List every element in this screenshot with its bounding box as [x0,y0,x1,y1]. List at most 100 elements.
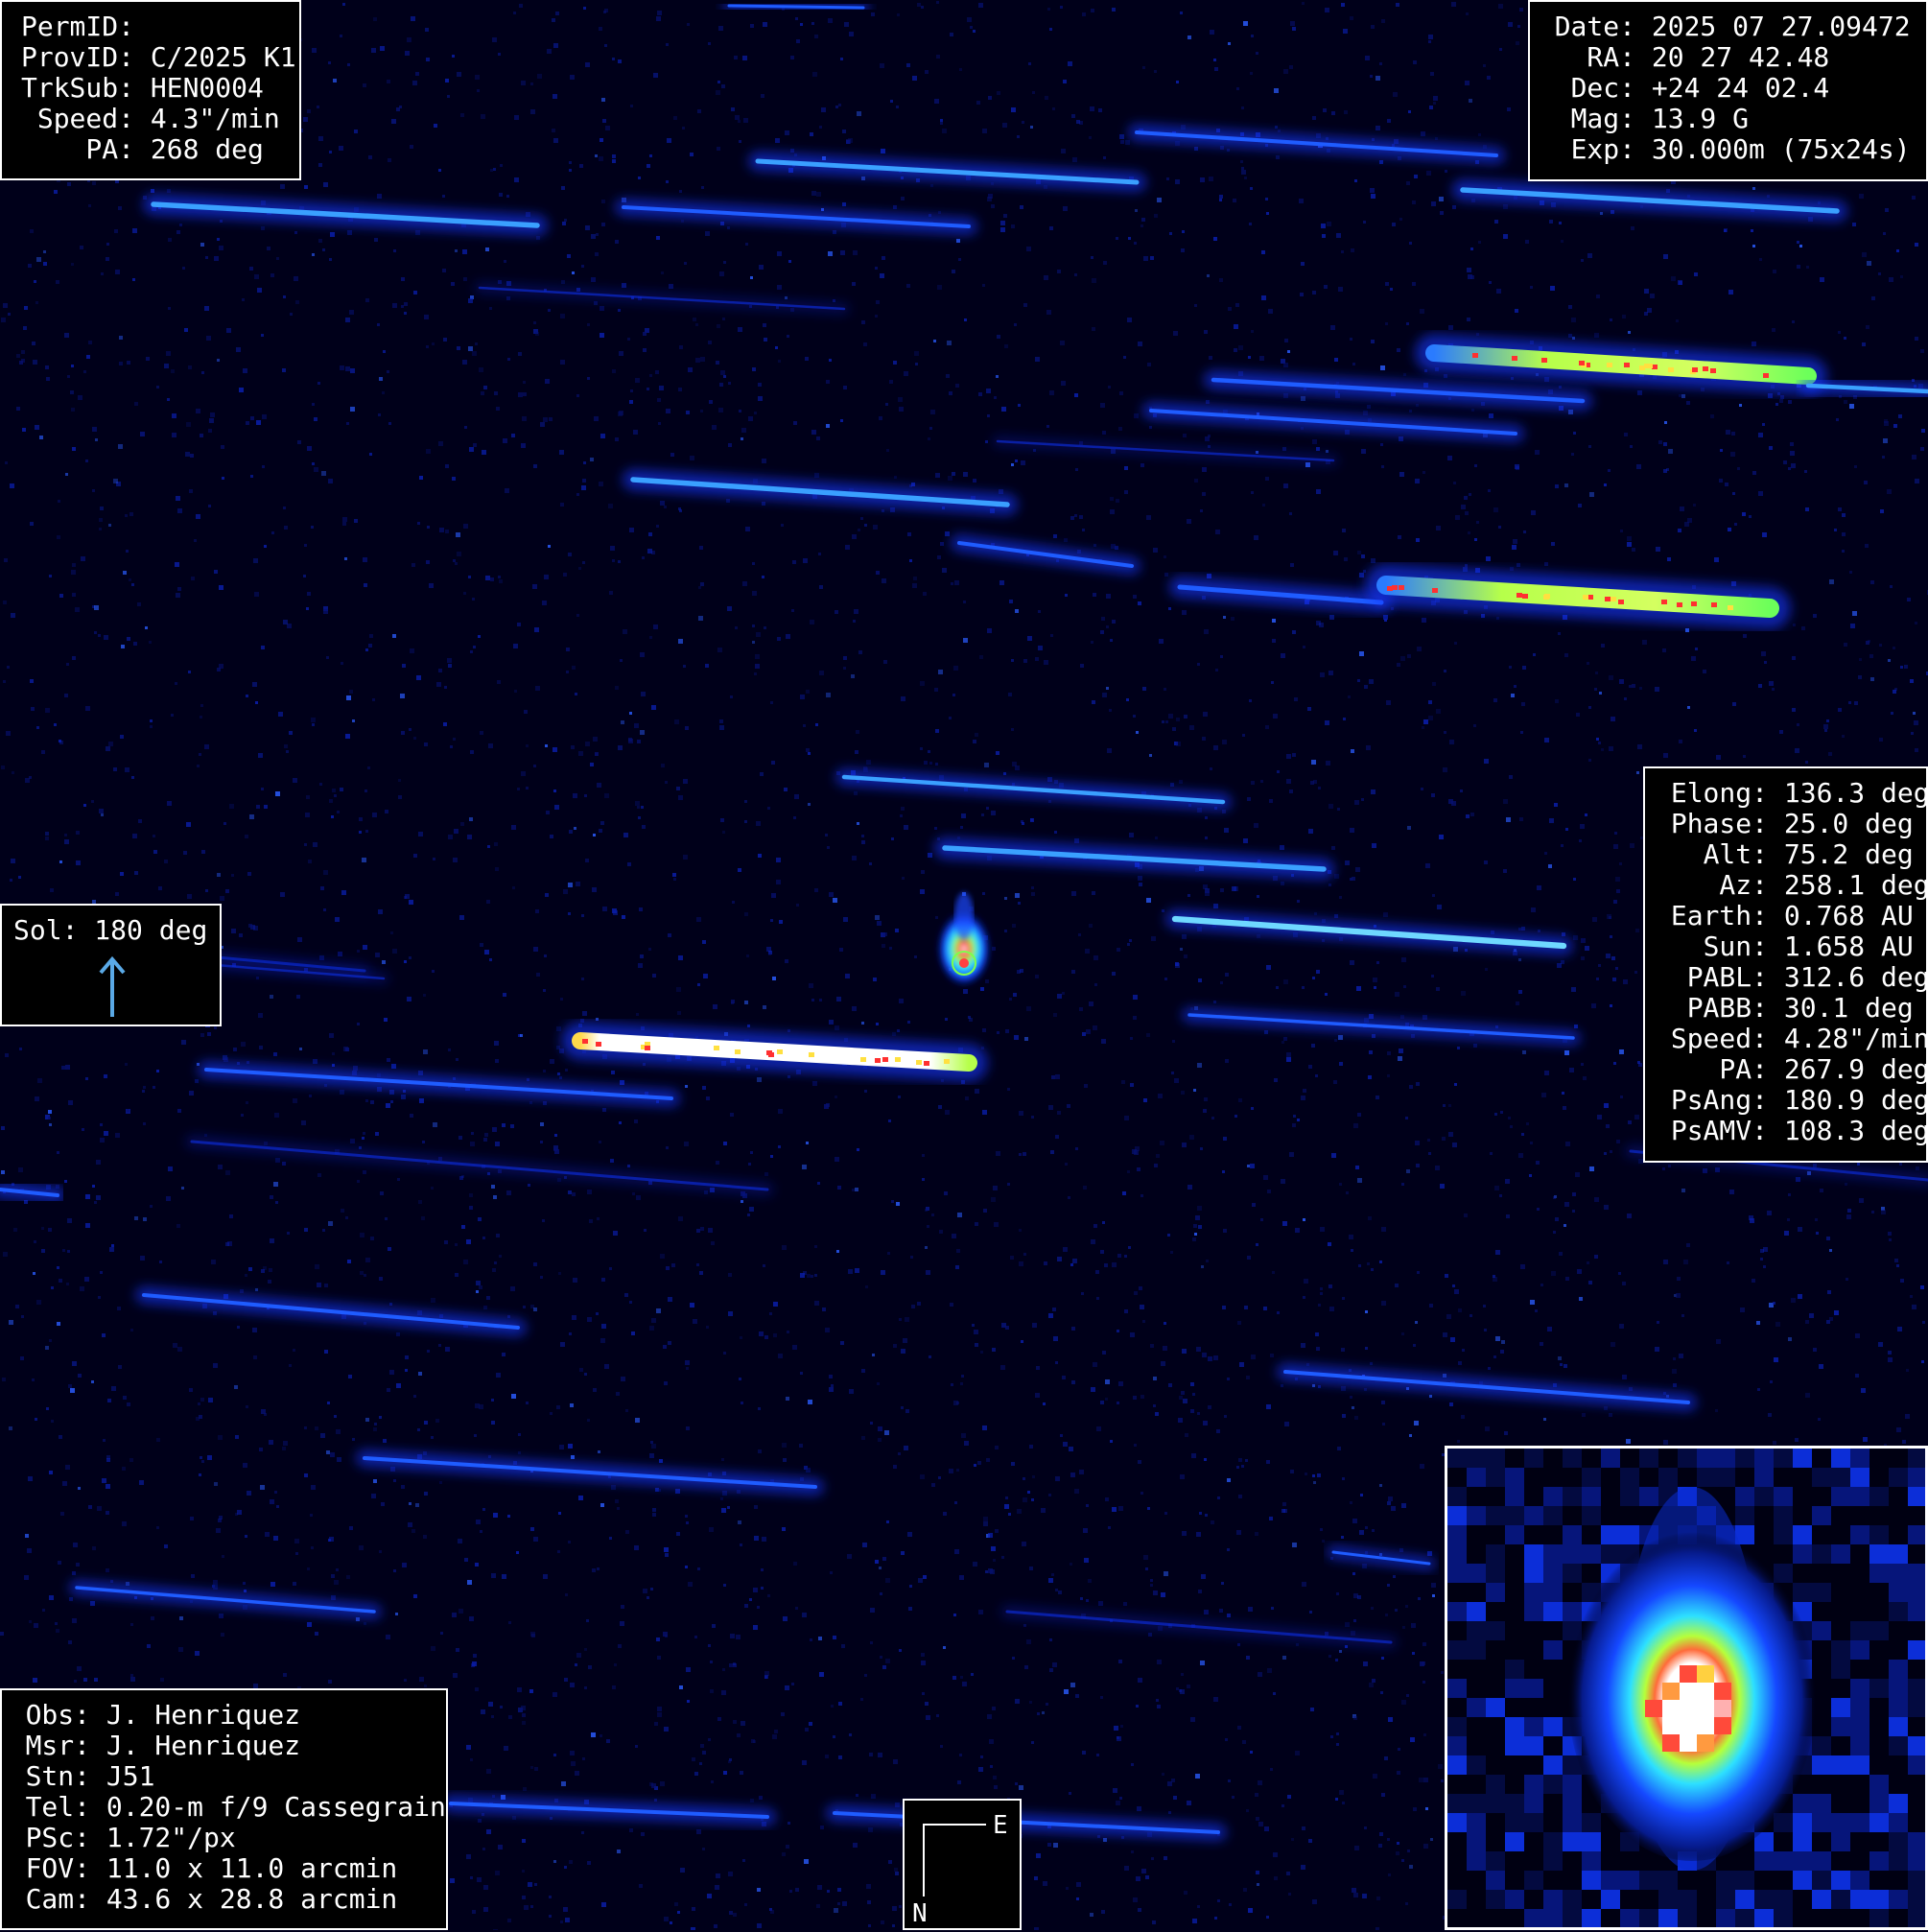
noise-pixel [196,1417,200,1421]
noise-pixel [610,1159,614,1163]
noise-pixel [249,267,253,271]
noise-pixel [761,1568,764,1571]
noise-pixel [1357,679,1360,682]
noise-pixel [1051,1573,1054,1576]
noise-pixel [1922,1321,1925,1324]
noise-pixel [806,1142,809,1144]
noise-pixel [31,707,35,711]
noise-pixel [677,1911,680,1914]
noise-pixel [817,1182,820,1185]
noise-pixel [657,1712,662,1717]
noise-pixel [817,1885,822,1890]
noise-pixel [695,358,700,363]
noise-pixel [28,264,32,268]
noise-pixel [1093,1362,1097,1367]
noise-pixel [1117,948,1120,952]
noise-pixel [371,1494,376,1498]
noise-pixel [1436,526,1441,530]
noise-pixel [651,705,656,710]
noise-pixel [511,434,515,437]
noise-pixel [1559,222,1562,224]
noise-pixel [1550,286,1555,291]
noise-pixel [790,56,794,59]
noise-pixel [1071,970,1075,974]
noise-pixel [66,1283,69,1285]
noise-pixel [821,107,826,112]
noise-pixel [766,947,771,952]
noise-pixel [1518,990,1522,994]
noise-pixel [373,1427,377,1431]
noise-pixel [925,1702,929,1706]
noise-pixel [346,695,351,700]
noise-pixel [78,1374,82,1378]
noise-pixel [222,1555,224,1558]
noise-pixel [1405,1902,1408,1905]
noise-pixel [1234,886,1238,891]
noise-pixel [270,1195,273,1199]
noise-pixel [1620,1096,1623,1098]
noise-pixel [1823,724,1828,729]
noise-pixel [1667,557,1671,561]
noise-pixel [188,365,192,369]
noise-pixel [191,577,195,580]
noise-pixel [1019,1153,1022,1156]
noise-pixel [1004,344,1008,348]
noise-pixel [1588,759,1591,762]
noise-pixel [225,1170,230,1175]
noise-pixel [570,75,575,80]
noise-pixel [881,149,885,153]
noise-pixel [426,560,430,564]
noise-pixel [540,1141,543,1143]
noise-pixel [494,842,498,846]
noise-pixel [883,660,887,664]
noise-pixel [1465,511,1469,515]
noise-pixel [1380,365,1385,370]
noise-pixel [1510,1125,1513,1128]
noise-pixel [677,1011,681,1015]
noise-pixel [1359,1530,1364,1535]
noise-pixel [246,1405,248,1408]
noise-pixel [496,1234,500,1237]
noise-pixel [491,1715,494,1718]
noise-pixel [892,1906,897,1911]
noise-pixel [1147,1507,1150,1510]
noise-pixel [1318,1304,1321,1307]
noise-pixel [111,1244,114,1247]
noise-pixel [1085,949,1090,954]
noise-pixel [1011,224,1015,228]
noise-pixel [214,1482,218,1486]
noise-pixel [331,1574,335,1578]
noise-pixel [861,177,865,180]
noise-pixel [944,1191,948,1195]
noise-pixel [864,1090,867,1093]
noise-pixel [125,514,128,517]
noise-pixel [581,265,584,268]
noise-pixel [882,1557,886,1561]
noise-pixel [1416,1164,1420,1167]
noise-pixel [1440,1184,1445,1189]
noise-pixel [270,273,274,277]
noise-pixel [993,1776,997,1779]
noise-pixel [282,1162,286,1166]
noise-pixel [1351,248,1354,252]
noise-pixel [491,1399,494,1402]
noise-pixel [1254,823,1258,828]
noise-pixel [129,1458,133,1462]
noise-pixel [311,1546,314,1549]
noise-pixel [253,558,258,563]
noise-pixel [486,1296,490,1300]
noise-pixel [244,1590,247,1592]
noise-pixel [134,402,138,406]
noise-pixel [719,719,723,723]
noise-pixel [700,1227,704,1231]
noise-pixel [258,1013,263,1018]
noise-pixel [597,1217,600,1220]
noise-pixel [926,1715,930,1720]
noise-pixel [576,614,579,617]
noise-pixel [1191,1453,1196,1458]
noise-pixel [1102,693,1107,697]
noise-pixel [1118,427,1122,431]
noise-pixel [96,1160,101,1165]
noise-pixel [1779,399,1783,403]
noise-pixel [1274,88,1279,93]
